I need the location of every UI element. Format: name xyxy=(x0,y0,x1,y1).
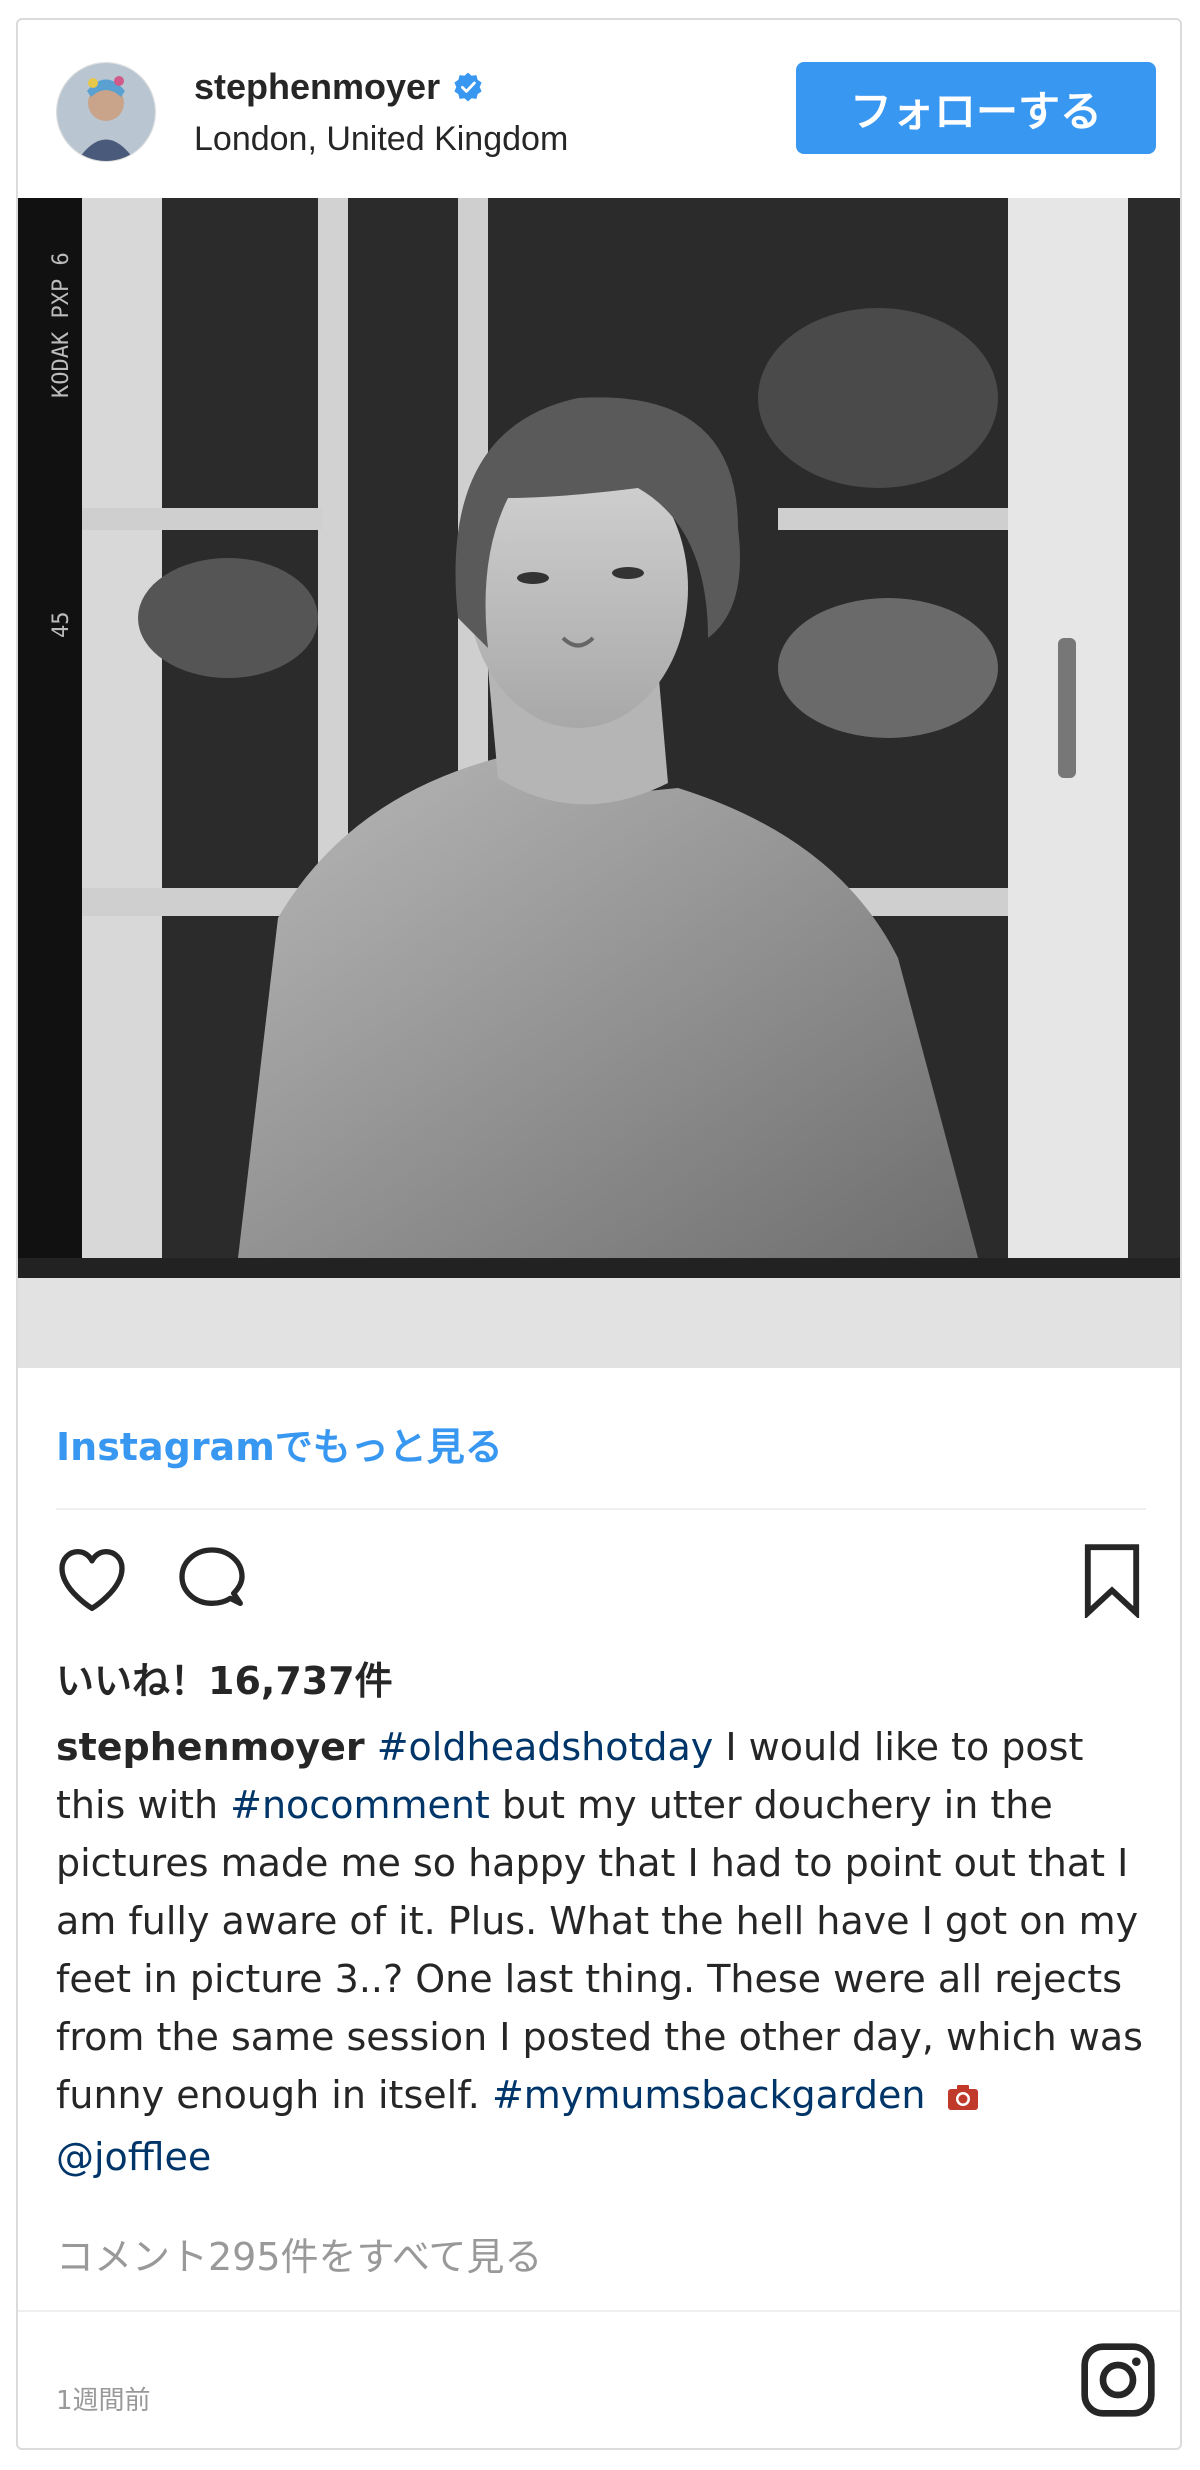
bookmark-icon xyxy=(1084,1544,1140,1620)
film-frame-number: 45 xyxy=(49,612,74,639)
divider xyxy=(18,2310,1180,2312)
divider xyxy=(56,1508,1146,1510)
hashtag-link[interactable]: #oldheadshotday xyxy=(377,1725,714,1769)
like-count[interactable]: いいね！16,737件 xyxy=(56,1650,393,1705)
caption-text: but my utter douchery in the pictures ma… xyxy=(56,1783,1143,2117)
caption-username[interactable]: stephenmoyer xyxy=(56,1725,365,1769)
instagram-embed-card: stephenmoyer London, United Kingdom フォロー… xyxy=(16,18,1182,2450)
save-button[interactable] xyxy=(1076,1542,1148,1623)
username-text[interactable]: stephenmoyer xyxy=(194,66,440,108)
comment-button[interactable] xyxy=(172,1540,252,1625)
instagram-logo-icon xyxy=(1081,2343,1155,2417)
follow-button[interactable]: フォローする xyxy=(796,62,1156,154)
camera-emoji-icon xyxy=(946,2070,980,2128)
post-username[interactable]: stephenmoyer xyxy=(194,66,484,108)
post-timestamp[interactable]: 1週間前 xyxy=(56,2380,151,2417)
hashtag-link[interactable]: #mymumsbackgarden xyxy=(492,2073,926,2117)
post-photo[interactable]: KODAK PXP 6 45 xyxy=(18,198,1180,1368)
comment-icon xyxy=(179,1547,245,1606)
instagram-logo-button[interactable] xyxy=(1078,2340,1158,2425)
post-caption: stephenmoyer #oldheadshotday I would lik… xyxy=(56,1718,1151,2186)
verified-badge-icon xyxy=(454,72,482,102)
photo-image: KODAK PXP 6 45 xyxy=(18,198,1180,1368)
hashtag-link[interactable]: #nocomment xyxy=(230,1783,490,1827)
view-more-on-instagram-link[interactable]: Instagramでもっと見る xyxy=(56,1416,503,1471)
heart-icon xyxy=(59,1549,125,1611)
film-brand-text: KODAK PXP 6 xyxy=(49,252,74,398)
avatar[interactable] xyxy=(56,62,156,162)
view-all-comments-link[interactable]: コメント295件をすべて見る xyxy=(56,2226,542,2281)
like-button[interactable] xyxy=(52,1540,132,1625)
mention-link[interactable]: @jofflee xyxy=(56,2135,211,2179)
post-location[interactable]: London, United Kingdom xyxy=(194,120,568,159)
